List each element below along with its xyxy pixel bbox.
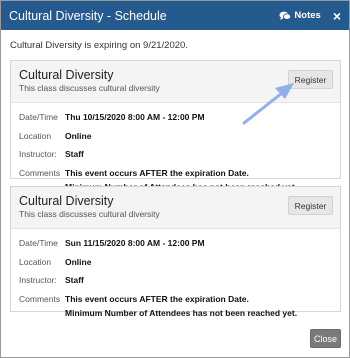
close-button[interactable]: Close [310,329,341,348]
instructor-value: Staff [65,275,84,285]
header-actions: Notes × [279,9,341,23]
instructor-label: Instructor: [19,149,57,159]
course-title: Cultural Diversity [19,194,114,208]
datetime-row: Date/Time Sun 11/15/2020 8:00 AM - 12:00… [19,236,332,250]
instructor-row: Instructor: Staff [19,147,332,161]
schedule-dialog: Cultural Diversity - Schedule Notes × Cu… [0,0,350,358]
event-panel-header: Cultural Diversity This class discusses … [11,187,340,229]
close-x-icon[interactable]: × [333,9,341,23]
datetime-value: Sun 11/15/2020 8:00 AM - 12:00 PM [65,238,205,248]
instructor-value: Staff [65,149,84,159]
comments-value: This event occurs AFTER the expiration D… [65,292,297,321]
comments-row: Comments This event occurs AFTER the exp… [19,292,332,321]
expiry-notice: Cultural Diversity is expiring on 9/21/2… [10,40,188,51]
dialog-title: Cultural Diversity - Schedule [9,8,167,23]
location-row: Location Online [19,255,332,269]
location-row: Location Online [19,129,332,143]
comment-line: This event occurs AFTER the expiration D… [65,167,249,178]
course-description: This class discusses cultural diversity [19,83,160,93]
location-value: Online [65,256,92,267]
dialog-header: Cultural Diversity - Schedule Notes × [1,1,349,30]
register-button[interactable]: Register [288,196,333,215]
location-label: Location [19,130,52,141]
event-details: Date/Time Thu 10/15/2020 8:00 AM - 12:00… [11,103,340,199]
datetime-row: Date/Time Thu 10/15/2020 8:00 AM - 12:00… [19,110,332,124]
event-details: Date/Time Sun 11/15/2020 8:00 AM - 12:00… [11,229,340,325]
comments-label: Comments [19,293,61,304]
course-title: Cultural Diversity [19,68,114,82]
event-panel-header: Cultural Diversity This class discusses … [11,61,340,103]
comment-line: This event occurs AFTER the expiration D… [65,293,249,304]
location-value: Online [65,130,92,141]
datetime-label: Date/Time [19,238,58,248]
notes-button[interactable]: Notes [279,10,321,21]
datetime-value: Thu 10/15/2020 8:00 AM - 12:00 PM [65,112,205,122]
event-panel: Cultural Diversity This class discusses … [10,60,341,192]
event-panel: Cultural Diversity This class discusses … [10,186,341,318]
register-button[interactable]: Register [288,70,333,89]
chat-bubbles-icon [279,11,292,20]
instructor-row: Instructor: Staff [19,273,332,287]
datetime-label: Date/Time [19,112,58,122]
notes-label: Notes [294,10,321,21]
instructor-label: Instructor: [19,275,57,285]
comment-line: Minimum Number of Attendees has not been… [65,308,298,318]
course-description: This class discusses cultural diversity [19,209,160,219]
location-label: Location [19,256,52,267]
